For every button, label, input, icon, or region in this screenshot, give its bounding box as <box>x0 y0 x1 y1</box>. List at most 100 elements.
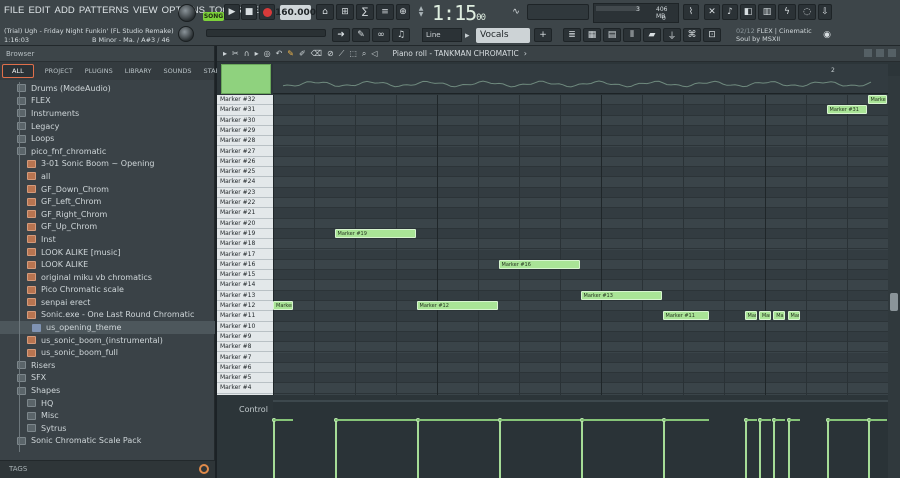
piano-key[interactable]: Marker #32 <box>217 95 273 106</box>
countdown-button[interactable]: ∑ <box>356 4 374 20</box>
piano-key[interactable]: Marker #9 <box>217 332 273 343</box>
piano-key[interactable]: Marker #7 <box>217 353 273 363</box>
playhead-scrub-area[interactable] <box>273 76 888 94</box>
piano-key[interactable]: Marker #18 <box>217 239 273 250</box>
snap-select[interactable]: Line <box>422 28 462 42</box>
browser-tab-sounds[interactable]: SOUNDS <box>163 65 193 77</box>
minimize-icon[interactable] <box>864 49 872 57</box>
maximize-icon[interactable] <box>876 49 884 57</box>
browser-item[interactable]: LOOK ALIKE [music] <box>0 246 215 259</box>
browser-item[interactable]: Risers <box>0 359 215 372</box>
piano-key[interactable]: Marker #21 <box>217 208 273 219</box>
browser-item[interactable]: GF_Up_Chrom <box>0 221 215 234</box>
pencil-icon[interactable]: ✎ <box>287 49 294 58</box>
piano-key[interactable]: Marker #23 <box>217 188 273 198</box>
piano-roll-button[interactable]: ▤ <box>603 28 621 42</box>
browser-tab-all[interactable]: ALL <box>2 64 34 78</box>
piano-key[interactable]: Marker #19 <box>217 229 273 240</box>
browser-item[interactable]: Instruments <box>0 107 215 120</box>
piano-key[interactable]: Marker #27 <box>217 147 273 157</box>
browser-item[interactable]: HQ <box>0 397 215 410</box>
piano-keyboard[interactable]: Marker #32 Marker #31 Marker #30 Marker #29… <box>217 95 273 395</box>
piano-key[interactable]: Marker #31 <box>217 105 273 116</box>
velocity-stem[interactable] <box>580 420 583 478</box>
shop-button[interactable]: ⊡ <box>703 28 721 42</box>
master-volume-knob[interactable] <box>178 4 196 22</box>
master-pitch-knob[interactable] <box>178 26 194 42</box>
velocity-stem[interactable] <box>826 420 829 478</box>
slice-icon[interactable]: ⟋ <box>339 49 345 59</box>
note[interactable]: Marker #13 <box>580 290 662 300</box>
piano-key[interactable]: Marker #5 <box>217 373 273 384</box>
stop-button[interactable]: ■ <box>241 4 257 20</box>
browser-tab-plugins[interactable]: PLUGINS <box>84 65 114 77</box>
audio-settings-button[interactable]: ◧ <box>740 4 756 20</box>
velocity-stem[interactable] <box>416 420 419 478</box>
note[interactable]: Mark <box>758 311 771 321</box>
piano-key[interactable]: Marker #26 <box>217 157 273 168</box>
note[interactable]: Marker #16 <box>498 259 580 269</box>
piano-key[interactable]: Marker #20 <box>217 219 273 229</box>
menu-item-patterns[interactable]: PATTERNS <box>79 5 129 16</box>
velocity-stem[interactable] <box>758 420 761 478</box>
menu-arrow-icon[interactable]: ▸ <box>223 49 227 58</box>
plugin-db-button[interactable]: ⏚ <box>663 28 681 42</box>
add-pattern-button[interactable]: + <box>534 28 552 42</box>
templates-button[interactable]: ⌘ <box>683 28 701 42</box>
delete-icon[interactable]: ⌫ <box>311 49 322 58</box>
piano-key[interactable]: Marker #29 <box>217 126 273 137</box>
playback-icon[interactable]: ◁ <box>371 49 377 58</box>
record-icon[interactable]: ◎ <box>264 49 271 58</box>
piano-key[interactable]: Marker #25 <box>217 167 273 178</box>
play-icon[interactable]: ▸ <box>255 49 259 58</box>
menu-item-edit[interactable]: EDIT <box>28 5 50 16</box>
select-icon[interactable]: ⬚ <box>349 49 357 58</box>
brush-button[interactable]: ✎ <box>352 28 370 42</box>
pattern-selector[interactable]: Vocals <box>476 28 530 43</box>
piano-key[interactable]: Marker #4 <box>217 383 273 394</box>
browser-item[interactable]: SFX <box>0 372 215 385</box>
close-icon[interactable] <box>888 49 896 57</box>
browser-item[interactable]: Loops <box>0 132 215 145</box>
browser-item[interactable]: Sonic.exe - One Last Round Chromatic <box>0 309 215 322</box>
note[interactable]: Marker #12 <box>416 301 498 310</box>
feedback-button[interactable]: ◌ <box>798 4 816 20</box>
loop-record-button[interactable]: ⊕ <box>396 4 410 20</box>
note-grid[interactable]: Marker # Marker #19 Marker #12 Marker #16 Ma… <box>273 95 888 395</box>
link-button[interactable]: ∞ <box>372 28 390 42</box>
search-icon[interactable] <box>199 464 209 474</box>
velocity-stem[interactable] <box>273 420 275 478</box>
browser-item[interactable]: GF_Left_Chrom <box>0 195 215 208</box>
piano-key[interactable]: Marker #14 <box>217 280 273 291</box>
browser-item[interactable]: Inst <box>0 233 215 246</box>
globe-button[interactable]: ◉ <box>820 28 834 42</box>
note[interactable]: Mark <box>773 311 786 321</box>
browser-tab-library[interactable]: LIBRARY <box>124 65 153 77</box>
note[interactable]: Marke <box>867 95 887 104</box>
piano-key[interactable]: Marker #8 <box>217 342 273 353</box>
download-button[interactable]: ⇩ <box>818 4 832 20</box>
note-preview-corner[interactable] <box>221 64 271 94</box>
mixer-button[interactable]: ⫴ <box>623 28 641 42</box>
metronome-button[interactable]: ⌂ <box>316 4 334 20</box>
main-pitch-slider[interactable] <box>206 29 326 37</box>
tags-label[interactable]: TAGS <box>9 465 27 473</box>
chevron-right-icon[interactable]: › <box>524 49 527 58</box>
browser-item[interactable]: LOOK ALIKE <box>0 258 215 271</box>
piano-key[interactable]: Marker #6 <box>217 363 273 374</box>
vertical-scrollbar[interactable] <box>888 76 900 478</box>
news-button[interactable]: ϟ <box>778 4 796 20</box>
browser-item[interactable]: original miku vb chromatics <box>0 271 215 284</box>
velocity-stem[interactable] <box>334 420 337 478</box>
song-mode-toggle[interactable]: SONG <box>203 12 224 21</box>
browser-item[interactable]: Sytrus <box>0 422 215 435</box>
browser-item[interactable]: Misc <box>0 409 215 422</box>
browser-button[interactable]: ▰ <box>643 28 661 42</box>
plugin-picker-info[interactable]: 02/12 FLEX | Cinematic Soul by MSXII <box>736 27 812 43</box>
note[interactable]: Marker #11 <box>662 311 709 321</box>
playlist-view-button[interactable]: ≣ <box>563 28 581 42</box>
piano-key[interactable]: Marker #24 <box>217 177 273 188</box>
snap-icon[interactable]: ✂ <box>232 49 239 58</box>
browser-item[interactable]: 3-01 Sonic Boom ~ Opening <box>0 158 215 171</box>
note-button[interactable]: ♫ <box>392 28 410 42</box>
